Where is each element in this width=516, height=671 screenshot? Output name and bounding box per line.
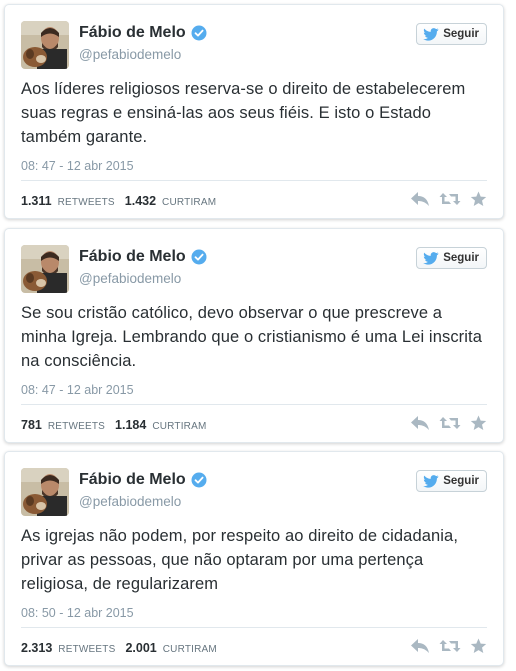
avatar[interactable]	[21, 245, 69, 293]
follow-button[interactable]: Seguir	[416, 470, 487, 492]
tweet-text: Aos líderes religiosos reserva-se o dire…	[21, 80, 466, 146]
twitter-bird-icon	[423, 251, 439, 265]
retweet-count[interactable]: 781	[21, 418, 42, 432]
like-label: CURTIRAM	[152, 421, 207, 432]
divider	[21, 180, 487, 181]
like-count[interactable]: 2.001	[125, 641, 156, 655]
author-handle[interactable]: @pefabiodemelo	[79, 494, 181, 510]
retweet-label: RETWEETS	[58, 644, 116, 655]
avatar[interactable]	[21, 468, 69, 516]
like-label: CURTIRAM	[162, 644, 217, 655]
follow-button[interactable]: Seguir	[416, 23, 487, 45]
follow-label: Seguir	[443, 28, 479, 40]
author-name[interactable]: Fábio de Melo	[79, 248, 186, 266]
favorite-star-icon[interactable]	[470, 638, 487, 654]
divider	[21, 404, 487, 405]
retweet-label: RETWEETS	[57, 197, 115, 208]
retweet-count[interactable]: 2.313	[21, 641, 52, 655]
tweet-card: Fábio de Melo @pefabiodemelo Seguir Aos …	[4, 4, 504, 219]
tweet-card: Fábio de Melo @pefabiodemelo Seguir As i…	[4, 451, 504, 666]
tweet-actions	[410, 415, 487, 431]
retweet-icon[interactable]	[439, 415, 461, 431]
tweet-stats: 2.313 RETWEETS 2.001 CURTIRAM	[21, 641, 221, 655]
retweet-label: RETWEETS	[47, 421, 106, 432]
author-handle[interactable]: @pefabiodemelo	[79, 47, 181, 63]
tweet-stats: 1.311 RETWEETS 1.432 CURTIRAM	[21, 194, 220, 208]
follow-button[interactable]: Seguir	[416, 247, 487, 269]
avatar[interactable]	[21, 21, 69, 69]
reply-icon[interactable]	[410, 415, 430, 431]
divider	[21, 627, 487, 628]
twitter-bird-icon	[423, 474, 439, 488]
author-name[interactable]: Fábio de Melo	[79, 471, 186, 489]
tweet-stats: 781 RETWEETS 1.184 CURTIRAM	[21, 418, 211, 432]
author-name[interactable]: Fábio de Melo	[79, 24, 186, 42]
tweet-text: Se sou cristão católico, devo observar o…	[21, 304, 482, 370]
tweet-card: Fábio de Melo @pefabiodemelo Seguir Se s…	[4, 228, 504, 443]
reply-icon[interactable]	[410, 638, 430, 654]
retweet-count[interactable]: 1.311	[21, 194, 52, 208]
like-count[interactable]: 1.184	[115, 418, 146, 432]
timestamp[interactable]: 08: 47 - 12 abr 2015	[21, 159, 134, 173]
like-count[interactable]: 1.432	[125, 194, 156, 208]
timestamp[interactable]: 08: 47 - 12 abr 2015	[21, 383, 134, 397]
favorite-star-icon[interactable]	[470, 191, 487, 207]
retweet-icon[interactable]	[439, 638, 461, 654]
follow-label: Seguir	[443, 475, 479, 487]
tweet-actions	[410, 191, 487, 207]
reply-icon[interactable]	[410, 191, 430, 207]
follow-label: Seguir	[443, 252, 479, 264]
retweet-icon[interactable]	[439, 191, 461, 207]
verified-badge-icon	[191, 472, 207, 488]
like-label: CURTIRAM	[162, 197, 217, 208]
verified-badge-icon	[191, 25, 207, 41]
twitter-bird-icon	[423, 27, 439, 41]
tweet-text: As igrejas não podem, por respeito ao di…	[21, 527, 459, 593]
verified-badge-icon	[191, 249, 207, 265]
timestamp[interactable]: 08: 50 - 12 abr 2015	[21, 606, 134, 620]
favorite-star-icon[interactable]	[470, 415, 487, 431]
tweet-actions	[410, 638, 487, 654]
author-handle[interactable]: @pefabiodemelo	[79, 271, 181, 287]
